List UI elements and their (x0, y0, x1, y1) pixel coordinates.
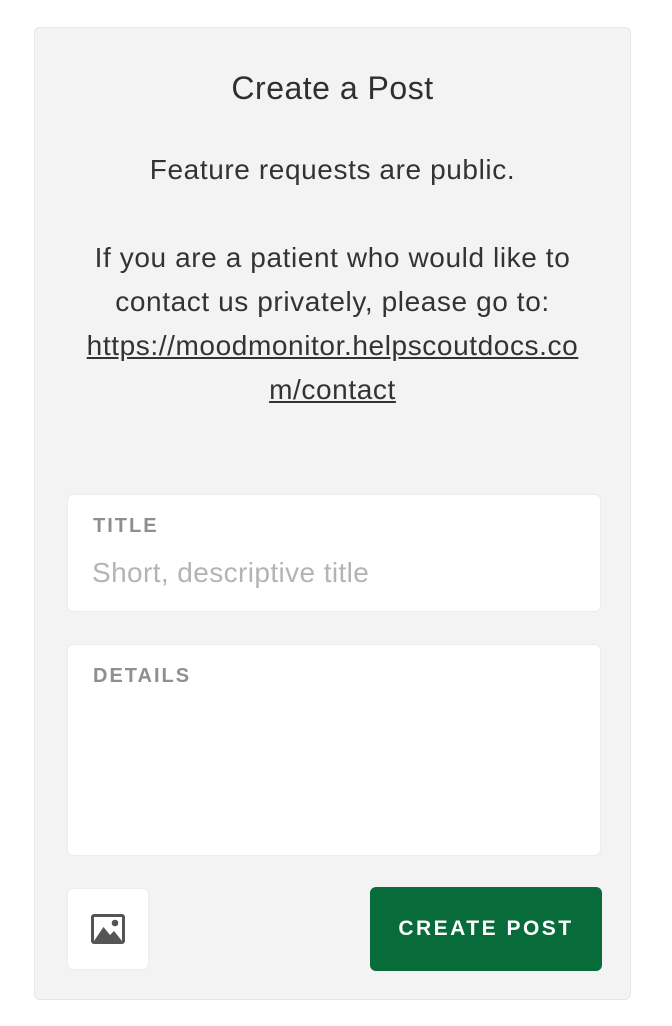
description: Feature requests are public. If you are … (75, 148, 590, 412)
details-label: DETAILS (93, 665, 192, 687)
details-field[interactable]: DETAILS (67, 644, 601, 856)
attach-image-button[interactable] (67, 888, 149, 970)
title-field[interactable]: TITLE (67, 494, 601, 612)
create-post-button[interactable]: CREATE POST (370, 887, 602, 971)
public-notice: Feature requests are public. (149, 154, 516, 185)
title-input[interactable] (92, 553, 576, 593)
image-icon (91, 914, 125, 944)
title-label: TITLE (93, 515, 159, 537)
details-textarea[interactable] (92, 705, 576, 839)
private-contact-text: If you are a patient who would like to c… (94, 242, 571, 317)
create-post-card: Create a Post Feature requests are publi… (34, 27, 631, 1000)
page-title: Create a Post (231, 70, 434, 106)
contact-link[interactable]: https://moodmonitor.helpscoutdocs.com/co… (87, 330, 579, 405)
